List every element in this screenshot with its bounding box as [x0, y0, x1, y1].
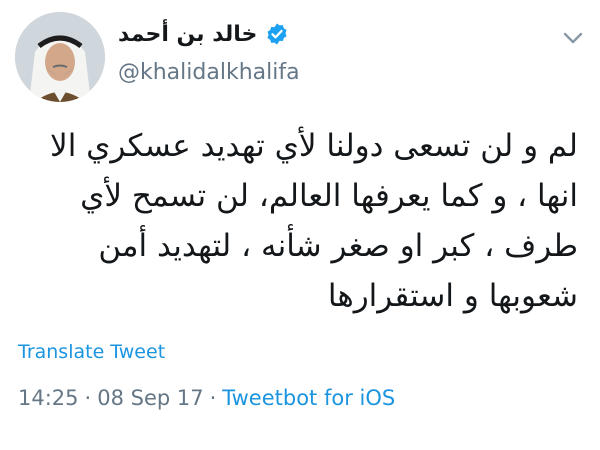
tweet-meta: 14:25 · 08 Sep 17 · Tweetbot for iOS — [18, 386, 395, 410]
tweet-card: خالد بن أحمد @khalidalkhalifa لم و لن تس… — [0, 0, 600, 450]
tweet-date[interactable]: 08 Sep 17 — [97, 386, 203, 410]
author-handle[interactable]: @khalidalkhalifa — [118, 60, 300, 85]
meta-separator: · — [209, 386, 217, 410]
avatar-image — [15, 12, 105, 102]
tweet-text: لم و لن تسعى دولنا لأي تهديد عسكري الا ا… — [50, 128, 578, 314]
author-name-row: خالد بن أحمد — [118, 18, 289, 50]
tweet-source-link[interactable]: Tweetbot for iOS — [222, 386, 395, 410]
translate-tweet-link[interactable]: Translate Tweet — [18, 341, 165, 363]
avatar[interactable] — [15, 12, 105, 102]
tweet-time[interactable]: 14:25 — [18, 386, 79, 410]
verified-badge-icon — [267, 23, 287, 45]
author-display-name[interactable]: خالد بن أحمد — [118, 22, 257, 47]
meta-separator: · — [84, 386, 92, 410]
chevron-down-icon[interactable] — [562, 30, 584, 46]
